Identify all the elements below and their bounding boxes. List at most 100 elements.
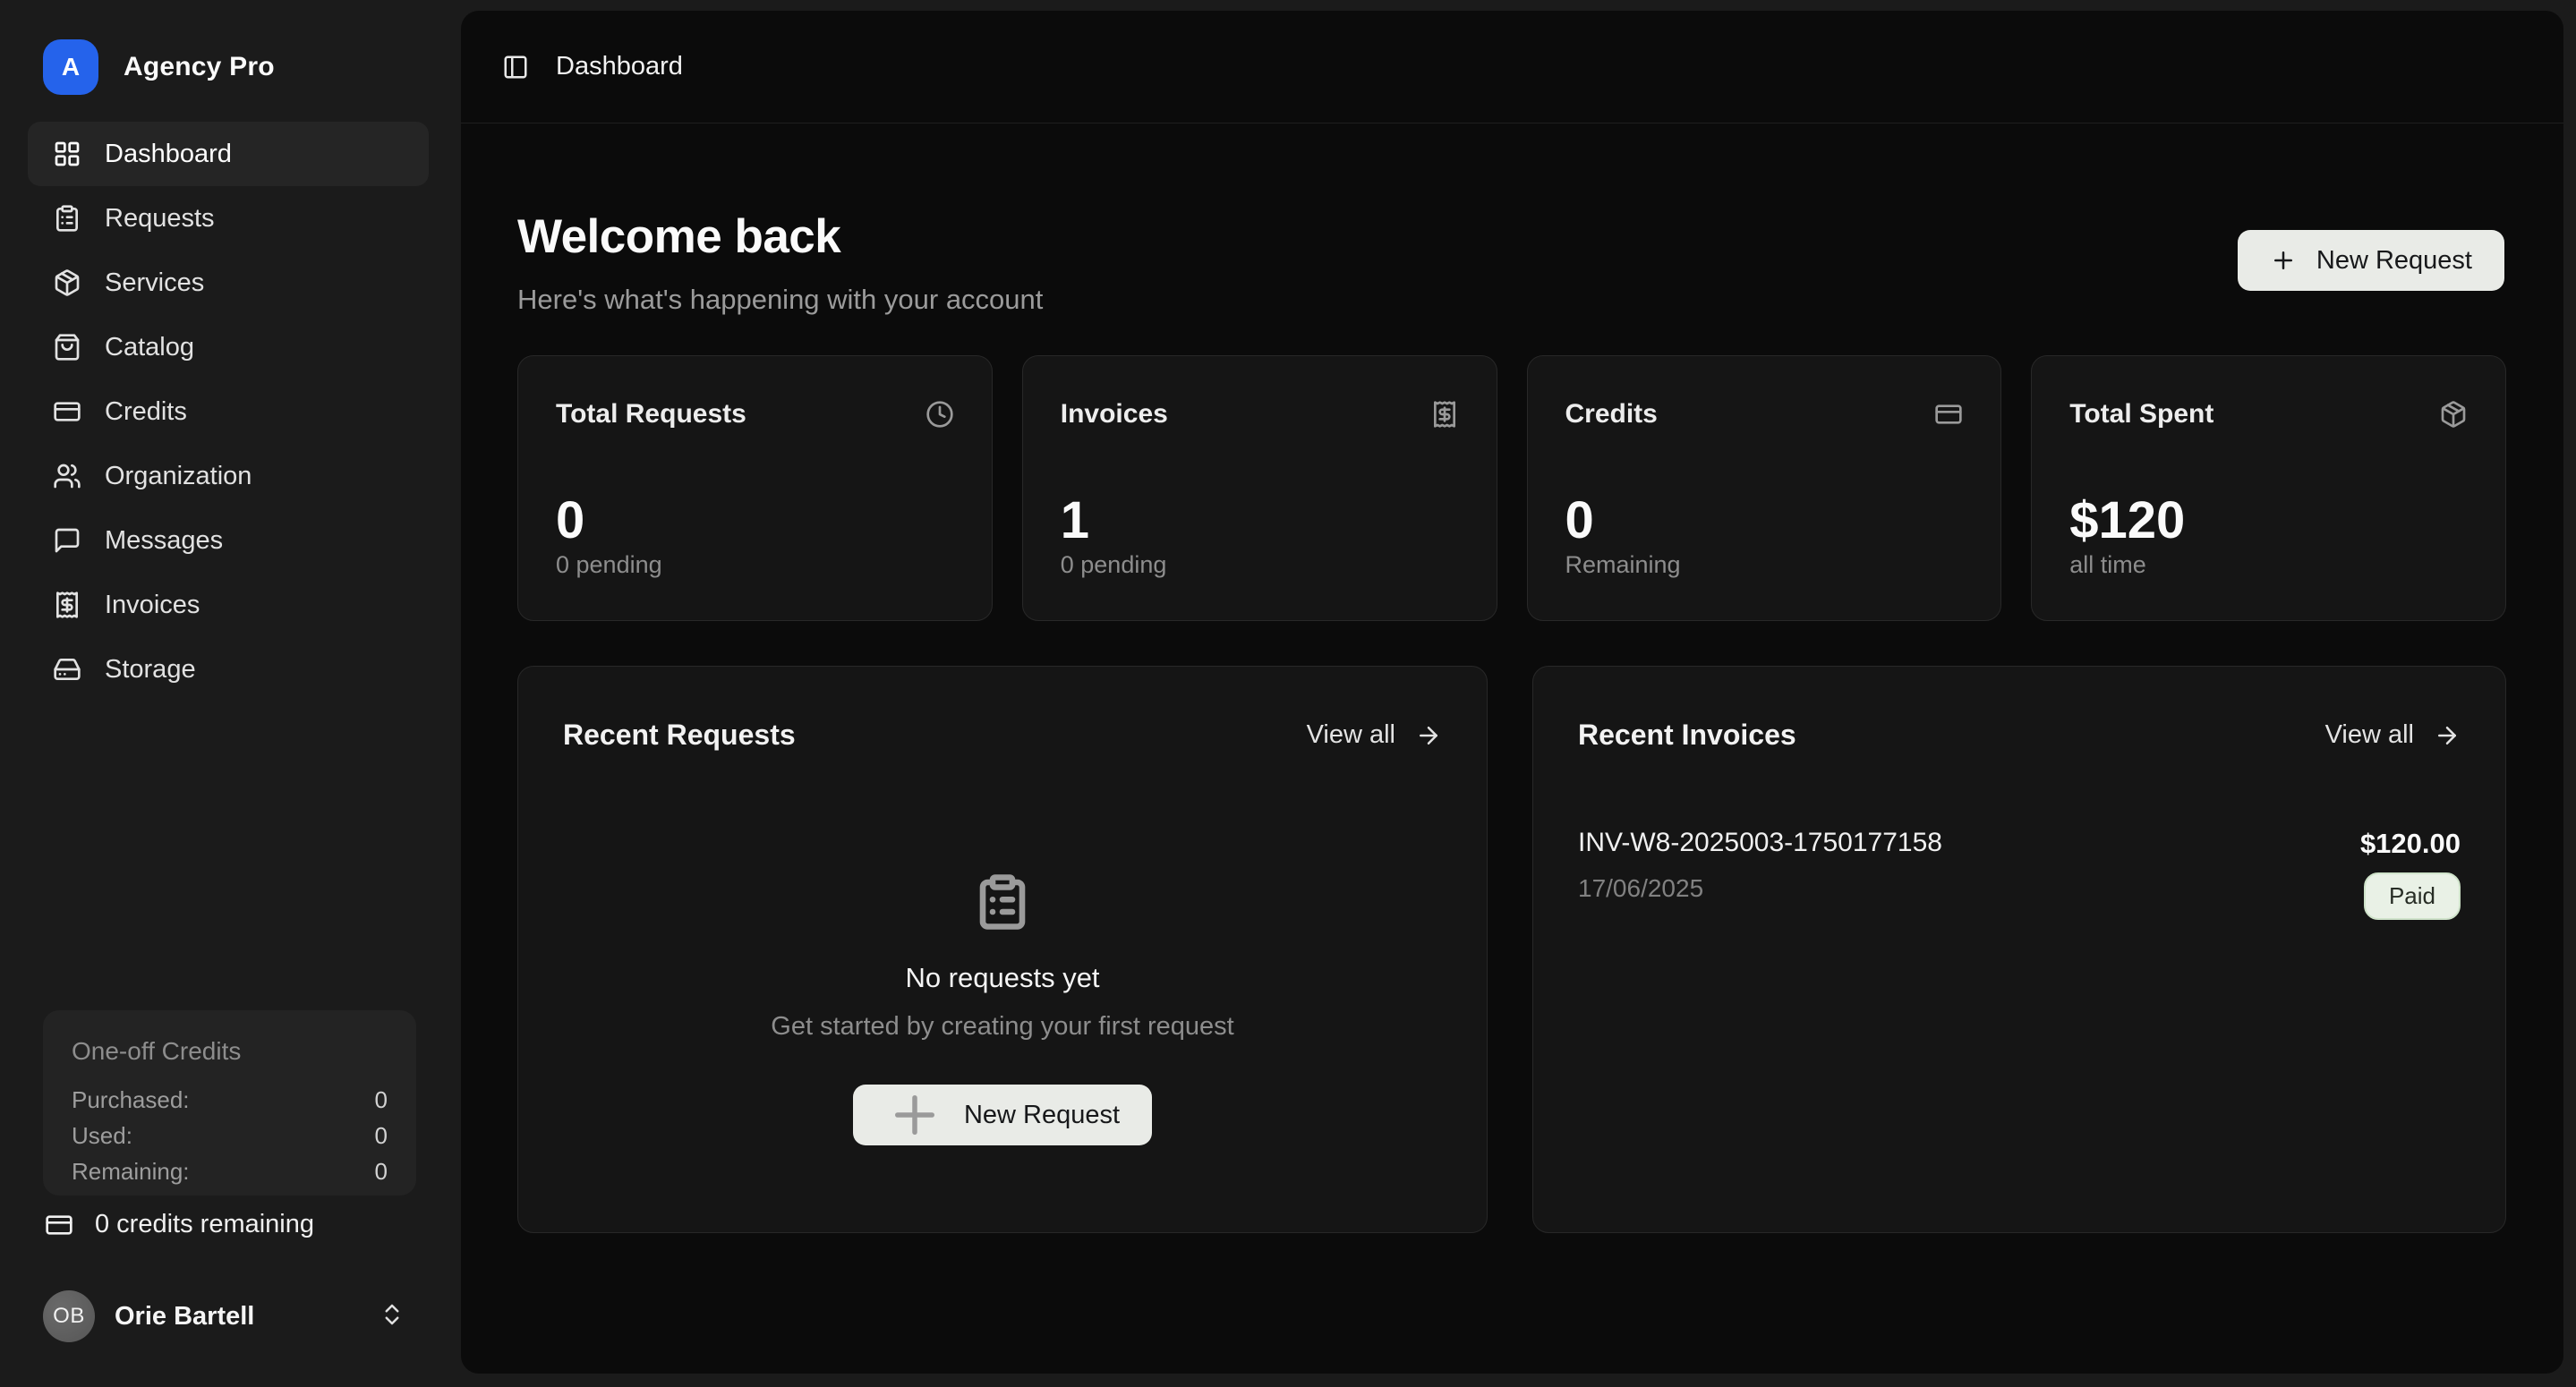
shopping-bag-icon [53,333,81,362]
plus-icon [2270,247,2297,274]
app-root: A Agency Pro Dashboard Requests Services… [0,0,2576,1387]
clipboard-list-icon [53,204,81,233]
recent-requests-card: Recent Requests View all No requests yet… [517,666,1488,1233]
main-panel: Dashboard Welcome back Here's what's hap… [461,11,2563,1374]
status-badge: Paid [2364,872,2461,920]
new-request-label: New Request [964,1101,1120,1130]
stat-caption: 0 pending [1061,551,1167,579]
view-all-invoices-link[interactable]: View all [2325,720,2461,750]
sidebar-item-credits[interactable]: Credits [28,379,429,444]
recent-requests-title: Recent Requests [563,719,796,752]
sidebar-item-requests[interactable]: Requests [28,186,429,251]
clipboard-list-icon [973,872,1032,932]
requests-empty-state: No requests yet Get started by creating … [518,872,1487,1145]
page-header: Dashboard [461,11,2563,123]
package-icon [53,268,81,297]
brand: A Agency Pro [43,39,275,95]
sidebar-item-storage[interactable]: Storage [28,637,429,702]
user-menu[interactable]: OB Orie Bartell [43,1289,416,1344]
credits-label: Used: [72,1118,132,1153]
new-request-label: New Request [2316,246,2472,276]
brand-name: Agency Pro [124,52,275,82]
stat-card-credits: Credits 0 Remaining [1527,355,2002,621]
stat-card-invoices: Invoices 1 0 pending [1022,355,1497,621]
credit-card-icon [1934,400,1963,429]
new-request-button[interactable]: New Request [853,1085,1152,1145]
sidebar-item-label: Invoices [105,591,200,620]
one-off-credits-title: One-off Credits [72,1037,388,1066]
invoice-date: 17/06/2025 [1578,874,1942,903]
sidebar-item-organization[interactable]: Organization [28,444,429,508]
credits-row-remaining: Remaining: 0 [72,1153,388,1189]
hard-drive-icon [53,655,81,684]
new-request-button[interactable]: New Request [2238,230,2504,291]
sidebar-item-messages[interactable]: Messages [28,508,429,573]
stat-value: 0 [1565,490,1594,550]
sidebar-item-invoices[interactable]: Invoices [28,573,429,637]
one-off-credits-box: One-off Credits Purchased: 0 Used: 0 Rem… [43,1010,416,1196]
package-icon [2439,400,2468,429]
credits-value: 0 [375,1082,388,1118]
credits-label: Purchased: [72,1082,190,1118]
layout-grid-icon [53,140,81,168]
empty-subtitle: Get started by creating your first reque… [771,1012,1233,1042]
sidebar-item-label: Dashboard [105,140,232,169]
welcome-title: Welcome back [517,209,840,264]
invoice-id: INV-W8-2025003-1750177158 [1578,828,1942,858]
view-all-label: View all [2325,720,2414,750]
invoice-row[interactable]: INV-W8-2025003-1750177158 17/06/2025 $12… [1578,828,2461,920]
credits-remaining-text: 0 credits remaining [95,1210,314,1239]
stat-card-total-requests: Total Requests 0 0 pending [517,355,993,621]
user-name: Orie Bartell [115,1302,254,1332]
stat-caption: Remaining [1565,551,1681,579]
sidebar-item-catalog[interactable]: Catalog [28,315,429,379]
sidebar-nav: Dashboard Requests Services Catalog Cred… [28,122,429,702]
receipt-icon [53,591,81,619]
stat-cards: Total Requests 0 0 pending Invoices 1 0 … [517,355,2506,621]
arrow-right-icon [1415,722,1442,749]
sidebar-item-label: Catalog [105,333,194,362]
sidebar-item-label: Credits [105,397,187,427]
stat-card-total-spent: Total Spent $120 all time [2031,355,2506,621]
chevrons-up-down-icon[interactable] [379,1301,405,1332]
sidebar-item-label: Services [105,268,204,298]
avatar: OB [43,1290,95,1342]
stat-value: $120 [2069,490,2185,550]
stat-value: 1 [1061,490,1089,550]
sidebar-item-dashboard[interactable]: Dashboard [28,122,429,186]
credit-card-icon [53,397,81,426]
stat-value: 0 [556,490,584,550]
stat-title: Total Spent [2069,399,2213,430]
welcome-subtitle: Here's what's happening with your accoun… [517,284,1043,316]
sidebar-item-label: Storage [105,655,196,685]
credits-remaining-summary: 0 credits remaining [45,1210,314,1239]
clock-icon [925,400,954,429]
credits-label: Remaining: [72,1153,190,1189]
invoice-amount: $120.00 [2360,828,2461,860]
users-icon [53,462,81,490]
sidebar: A Agency Pro Dashboard Requests Services… [0,0,461,1387]
credits-value: 0 [375,1118,388,1153]
recent-invoices-title: Recent Invoices [1578,719,1796,752]
plus-icon [885,1085,944,1144]
receipt-icon [1430,400,1459,429]
credits-row-purchased: Purchased: 0 [72,1082,388,1118]
bottom-panels: Recent Requests View all No requests yet… [517,666,2506,1233]
panel-left-toggle-icon[interactable] [502,54,529,81]
stat-title: Invoices [1061,399,1168,430]
view-all-label: View all [1307,720,1395,750]
arrow-right-icon [2434,722,2461,749]
message-square-icon [53,526,81,555]
credits-row-used: Used: 0 [72,1118,388,1153]
view-all-requests-link[interactable]: View all [1307,720,1442,750]
recent-invoices-card: Recent Invoices View all INV-W8-2025003-… [1532,666,2506,1233]
stat-caption: all time [2069,551,2146,579]
brand-logo: A [43,39,98,95]
sidebar-item-label: Requests [105,204,215,234]
stat-title: Total Requests [556,399,746,430]
sidebar-item-label: Organization [105,462,252,491]
sidebar-item-services[interactable]: Services [28,251,429,315]
page-title: Dashboard [556,52,683,81]
empty-title: No requests yet [905,962,1099,994]
sidebar-item-label: Messages [105,526,223,556]
